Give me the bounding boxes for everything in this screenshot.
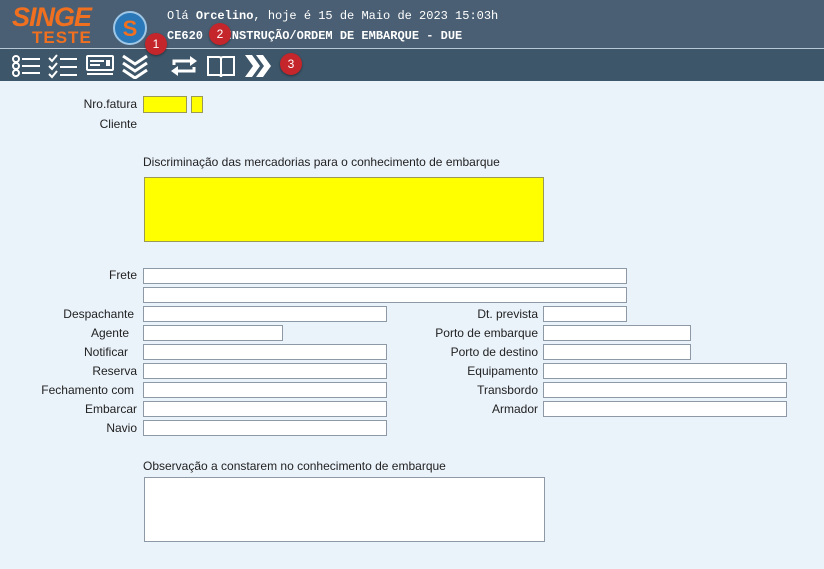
card-icon[interactable]	[84, 53, 116, 79]
porto-destino-input[interactable]	[543, 344, 691, 360]
fechamento-label: Fechamento com	[41, 383, 134, 397]
agente-label: Agente	[90, 326, 129, 340]
frete-label: Frete	[108, 268, 137, 282]
greeting-prefix: Olá	[167, 9, 196, 23]
despachante-label: Despachante	[63, 307, 134, 321]
equipamento-label: Equipamento	[467, 364, 538, 378]
next-icon[interactable]	[242, 53, 274, 79]
observacao-label: Observação a constarem no conhecimento d…	[143, 459, 446, 473]
reserva-label: Reserva	[92, 364, 137, 378]
dt-prevista-label: Dt. prevista	[477, 307, 538, 321]
environment-label: TESTE	[32, 28, 92, 47]
porto-embarque-input[interactable]	[543, 325, 691, 341]
list-icon[interactable]	[10, 53, 42, 79]
frete-input-2[interactable]	[143, 287, 627, 303]
brand-circle-icon[interactable]: S	[113, 11, 147, 45]
step-badge-3: 3	[280, 53, 302, 75]
despachante-input[interactable]	[143, 306, 387, 322]
observacao-textarea[interactable]	[144, 477, 545, 542]
navio-label: Navio	[106, 421, 137, 435]
agente-input[interactable]	[143, 325, 283, 341]
nro-fatura-label: Nro.fatura	[83, 97, 137, 111]
book-icon[interactable]	[205, 53, 237, 79]
frete-input-1[interactable]	[143, 268, 627, 284]
collapse-icon[interactable]	[120, 53, 152, 79]
reserva-input[interactable]	[143, 363, 387, 379]
armador-label: Armador	[491, 402, 538, 416]
discriminacao-label: Discriminação das mercadorias para o con…	[143, 155, 500, 169]
dt-prevista-input[interactable]	[543, 306, 627, 322]
nro-fatura-digit-input[interactable]	[191, 96, 203, 113]
armador-input[interactable]	[543, 401, 787, 417]
porto-destino-label: Porto de destino	[450, 345, 538, 359]
porto-embarque-label: Porto de embarque	[435, 326, 538, 340]
toolbar	[0, 48, 824, 81]
embarcar-label: Embarcar	[84, 402, 137, 416]
app-header: SINGE TESTE S Olá Orcelino, hoje é 15 de…	[0, 0, 824, 48]
step-badge-1: 1	[145, 33, 167, 55]
fechamento-input[interactable]	[143, 382, 387, 398]
checklist-icon[interactable]	[47, 53, 79, 79]
transbordo-label: Transbordo	[477, 383, 538, 397]
equipamento-input[interactable]	[543, 363, 787, 379]
refresh-icon[interactable]	[168, 53, 200, 79]
step-badge-2: 2	[209, 23, 231, 45]
navio-input[interactable]	[143, 420, 387, 436]
user-name: Orcelino	[195, 9, 254, 23]
transbordo-input[interactable]	[543, 382, 787, 398]
brand-circle-letter: S	[122, 16, 138, 41]
discriminacao-textarea[interactable]	[144, 177, 544, 242]
nro-fatura-input[interactable]	[143, 96, 187, 113]
notificar-input[interactable]	[143, 344, 387, 360]
notificar-label: Notificar	[83, 345, 128, 359]
embarcar-input[interactable]	[143, 401, 387, 417]
greeting-date: , hoje é 15 de Maio de 2023 15:03h	[253, 9, 499, 23]
greeting: Olá Orcelino, hoje é 15 de Maio de 2023 …	[167, 9, 498, 23]
cliente-label: Cliente	[99, 117, 137, 131]
